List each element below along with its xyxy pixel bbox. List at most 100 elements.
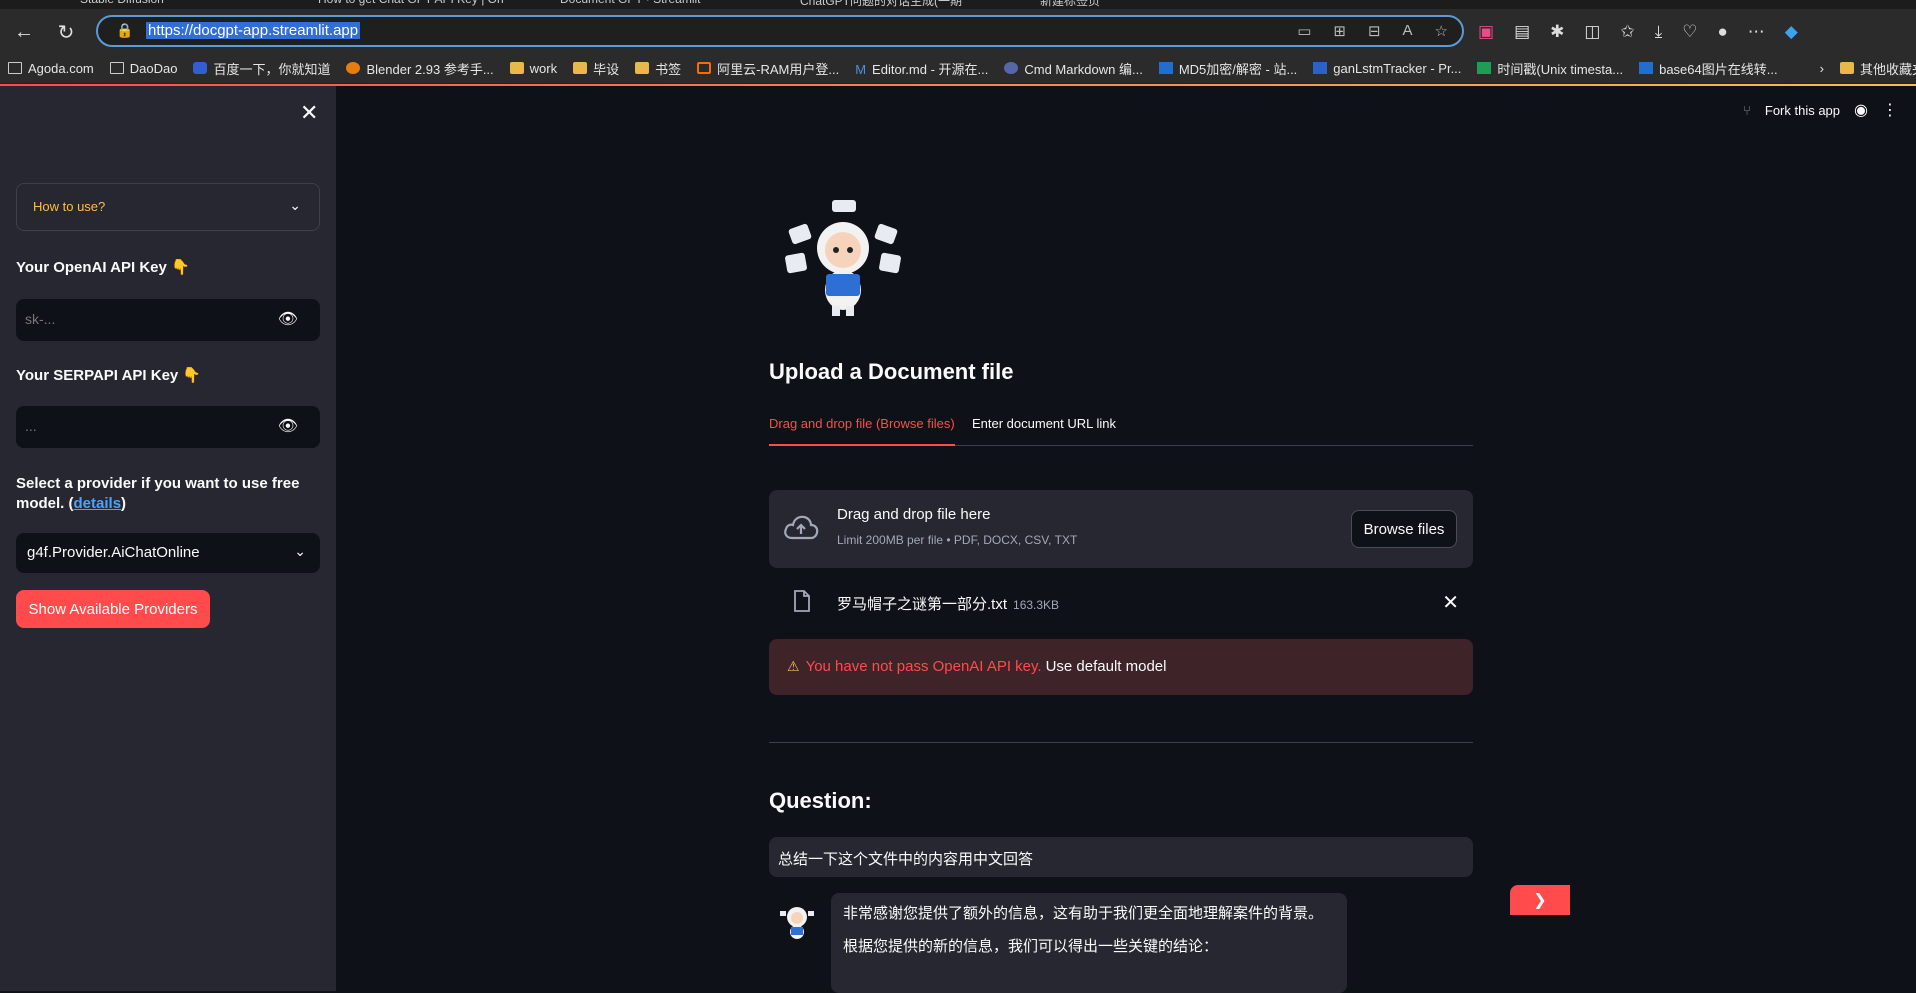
chat-message: 非常感谢您提供了额外的信息，这有助于我们更全面地理解案件的背景。 根据您提供的新… (769, 893, 1349, 993)
extensions-icon[interactable]: ✱ (1550, 22, 1564, 42)
page-icon (8, 62, 22, 74)
folder-icon (1839, 62, 1854, 74)
browser-tab-active[interactable]: Document GPT · Streamlit (560, 0, 700, 8)
chevron-down-icon: ⌄ (289, 197, 301, 213)
back-icon[interactable]: ← (10, 18, 38, 46)
answer-paragraph: 非常感谢您提供了额外的信息，这有助于我们更全面地理解案件的背景。 (843, 905, 1324, 922)
fork-app-button[interactable]: Fork this app (1765, 103, 1840, 118)
bookmark[interactable]: 时间戳(Unix timesta... (1477, 59, 1623, 78)
cmd-markdown-icon (1004, 62, 1019, 74)
how-to-use-expander[interactable]: How to use? ⌄ (16, 183, 320, 231)
bookmark-folder[interactable]: 毕设 (573, 59, 619, 78)
tab-document-url[interactable]: Enter document URL link (972, 416, 1116, 431)
browser-tab[interactable]: How to get Chat GPT API Key | On (318, 0, 504, 8)
provider-label: Select a provider if you want to use fre… (16, 475, 300, 512)
divider (769, 742, 1473, 743)
show-providers-button[interactable]: Show Available Providers (16, 590, 210, 628)
more-bookmarks-chevron-icon[interactable]: › (1820, 61, 1824, 76)
bookmark[interactable]: 百度一下，你就知道 (193, 59, 330, 78)
github-icon[interactable]: ◉ (1854, 100, 1868, 120)
page-icon (109, 62, 124, 74)
tab-strip: Stable Diffusion How to get Chat GPT API… (0, 0, 1916, 9)
favorite-star-icon[interactable]: ☆ (1435, 22, 1448, 40)
serpapi-key-input[interactable]: ... 👁 (16, 406, 320, 448)
bookmark-folder[interactable]: 书签 (635, 59, 681, 78)
bookmark[interactable]: 阿里云-RAM用户登... (697, 59, 839, 78)
downloads-icon[interactable]: ⤓ (1655, 22, 1663, 42)
provider-select[interactable]: g4f.Provider.AiChatOnline ⌄ (16, 533, 320, 573)
translate-icon[interactable]: ▣ (1478, 22, 1494, 42)
browser-tab[interactable]: Stable Diffusion (80, 0, 164, 8)
bookmark[interactable]: DaoDao (109, 61, 177, 76)
url-text[interactable]: https://docgpt-app.streamlit.app (146, 22, 361, 39)
browser-tab[interactable]: ChatGPT问题的对话生成(一期 (800, 0, 962, 8)
browser-tab[interactable]: 新建标签页 (1040, 0, 1100, 8)
warning-text: You have not pass OpenAI API key. (805, 658, 1042, 675)
tab-drag-and-drop[interactable]: Drag and drop file (Browse files) (769, 416, 955, 446)
upload-tabs: Drag and drop file (Browse files) Enter … (769, 416, 1473, 446)
baidu-icon (193, 62, 208, 74)
upload-title: Upload a Document file (769, 359, 1014, 384)
bookmark[interactable]: Blender 2.93 参考手... (346, 59, 494, 78)
address-bar-row: ← ↻ 🔒 https://docgpt-app.streamlit.app ▭… (0, 9, 1916, 53)
openai-key-input[interactable]: sk-... 👁 (16, 299, 320, 341)
serpapi-key-label: Your SERPAPI API Key 👇 (16, 367, 202, 384)
uploaded-file-row: 罗马帽子之谜第一部分.txt 163.3KB ✕ (769, 584, 1473, 620)
bookmark[interactable]: Cmd Markdown 编... (1004, 59, 1143, 78)
aliyun-icon (697, 62, 712, 74)
assistant-message-bubble: 非常感谢您提供了额外的信息，这有助于我们更全面地理解案件的背景。 根据您提供的新… (831, 893, 1347, 993)
remove-file-icon[interactable]: ✕ (1442, 590, 1459, 615)
chevron-down-icon: ⌄ (294, 543, 306, 559)
dropzone-limit-text: Limit 200MB per file • PDF, DOCX, CSV, T… (837, 533, 1078, 547)
extensions-grid-icon[interactable]: ⊟ (1368, 22, 1381, 40)
apps-icon[interactable]: ⊞ (1333, 22, 1346, 40)
cast-icon[interactable]: ▭ (1297, 22, 1311, 40)
cloud-upload-icon (784, 515, 819, 540)
more-icon[interactable]: ⋯ (1748, 22, 1765, 42)
browser-chrome: Stable Diffusion How to get Chat GPT API… (0, 0, 1916, 84)
bookmark[interactable]: base64图片在线转... (1639, 59, 1778, 78)
dropzone-title: Drag and drop file here (837, 506, 991, 523)
other-bookmarks-folder[interactable]: 其他收藏夹 (1839, 59, 1916, 78)
question-input[interactable]: 总结一下这个文件中的内容用中文回答 (769, 837, 1473, 877)
manage-app-button[interactable]: ❯ (1510, 885, 1570, 915)
file-name: 罗马帽子之谜第一部分.txt (837, 596, 1008, 613)
health-icon[interactable]: ♡ (1682, 22, 1697, 42)
bookmark-folder[interactable]: work (509, 61, 557, 76)
favorites-icon[interactable]: ✩ (1620, 22, 1634, 42)
eye-icon[interactable]: 👁 (278, 309, 298, 329)
profile-avatar-icon[interactable]: ● (1717, 22, 1727, 42)
on-icon (1313, 62, 1328, 74)
eye-icon[interactable]: 👁 (278, 416, 298, 436)
lock-icon: 🔒 (116, 22, 134, 38)
bookmark[interactable]: M Editor.md - 开源在... (855, 59, 988, 78)
copilot-icon[interactable]: ◆ (1785, 22, 1798, 42)
file-dropzone[interactable]: Drag and drop file here Limit 200MB per … (769, 490, 1473, 568)
read-aloud-icon[interactable]: A (1403, 22, 1413, 40)
timestamp-icon (1477, 62, 1492, 74)
editor-md-icon: M (855, 62, 867, 77)
details-link[interactable]: details (74, 495, 122, 512)
browse-files-button[interactable]: Browse files (1351, 510, 1457, 548)
assistant-avatar (780, 907, 814, 939)
bookmark[interactable]: MD5加密/解密 - 站... (1158, 59, 1297, 78)
media-icon[interactable]: ▤ (1514, 22, 1530, 42)
split-screen-icon[interactable]: ◫ (1584, 22, 1600, 42)
folder-icon (573, 62, 588, 74)
more-menu-icon[interactable]: ⋮ (1882, 100, 1898, 120)
openai-key-label: Your OpenAI API Key 👇 (16, 259, 190, 276)
file-icon (794, 590, 810, 612)
close-sidebar-icon[interactable]: ✕ (300, 100, 318, 126)
main-content: ⑂ Fork this app ◉ ⋮ Upload a Document fi… (336, 86, 1916, 993)
reload-icon[interactable]: ↻ (52, 18, 80, 46)
blender-icon (346, 62, 361, 74)
bookmark[interactable]: ganLstmTracker - Pr... (1313, 61, 1461, 76)
warning-default-model-text: Use default model (1045, 658, 1167, 675)
folder-icon (509, 62, 524, 74)
address-bar[interactable]: 🔒 https://docgpt-app.streamlit.app ▭ ⊞ ⊟… (96, 15, 1464, 47)
warning-icon: ⚠ (787, 658, 800, 674)
fork-icon[interactable]: ⑂ (1743, 103, 1751, 118)
base64-icon (1639, 62, 1654, 74)
bookmark[interactable]: Agoda.com (8, 61, 94, 76)
file-size: 163.3KB (1013, 598, 1060, 612)
